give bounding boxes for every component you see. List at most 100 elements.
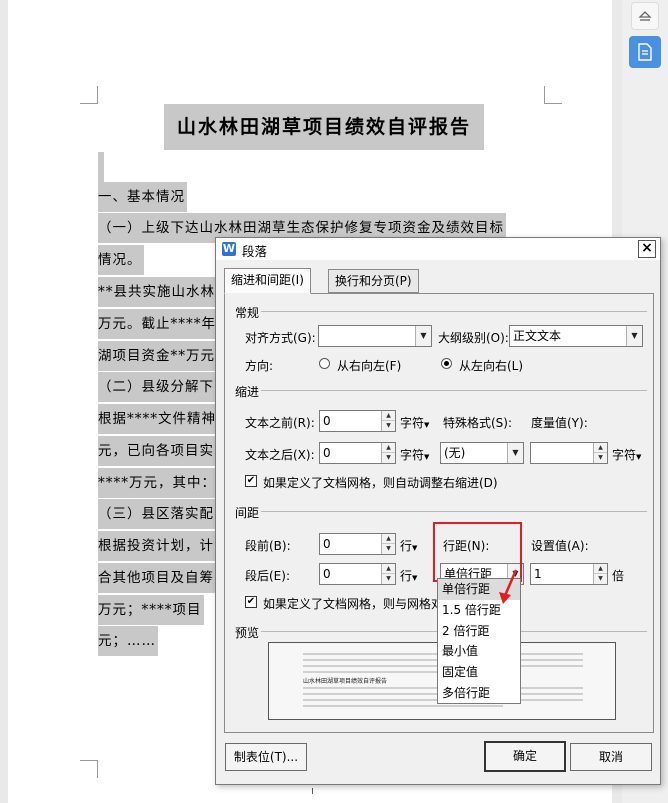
spin-down-icon[interactable]: ▼ (382, 453, 395, 463)
caret-down-icon: ▼ (636, 453, 642, 461)
indent-after-label: 文本之后(X): (245, 448, 315, 462)
collapse-button[interactable] (631, 2, 659, 30)
setting-value-spinner[interactable]: ▲ ▼ (593, 564, 607, 584)
outline-level-label: 大纲级别(O): (438, 331, 509, 345)
measure-spinner[interactable]: ▲ ▼ (593, 443, 607, 463)
space-before-value: 0 (323, 537, 331, 551)
margin-corner-bottom-left (80, 760, 98, 778)
section-indent-label: 缩进 (235, 385, 260, 399)
indent-after-unit[interactable]: 字符▼ (400, 446, 429, 463)
special-format-value: (无) (444, 446, 466, 460)
spin-down-icon[interactable]: ▼ (382, 574, 395, 584)
special-format-select[interactable]: (无) ▼ (440, 442, 524, 464)
measure-label: 度量值(Y): (531, 416, 588, 430)
alignment-select[interactable]: ▼ (318, 325, 432, 347)
space-before-unit[interactable]: 行▼ (400, 537, 417, 554)
setting-value: 1 (534, 567, 542, 581)
space-before-spinner[interactable]: ▲ ▼ (381, 534, 395, 554)
spin-down-icon[interactable]: ▼ (594, 574, 607, 584)
tab-indent-spacing[interactable]: 缩进和间距(I) (224, 268, 311, 294)
ltr-label: 从左向右(L) (459, 359, 524, 373)
doc-line: （二）县级分解下 (98, 372, 216, 402)
dropdown-option-at-least[interactable]: 最小值 (438, 641, 520, 662)
doc-line: 一、基本情况 (98, 182, 187, 212)
auto-indent-label: 如果定义了文档网格，则自动调整右缩进(D) (263, 476, 498, 490)
indent-before-spinner[interactable]: ▲ ▼ (381, 411, 395, 431)
setting-value-input[interactable]: 1 ▲ ▼ (530, 563, 608, 585)
doc-line: 根据投资计划，计 (98, 531, 216, 561)
setting-value-unit: 倍 (612, 569, 625, 583)
tab-line-page-breaks[interactable]: 换行和分页(P) (328, 269, 419, 293)
indent-before-label: 文本之前(R): (245, 416, 315, 430)
ltr-radio[interactable] (441, 358, 452, 369)
indent-after-value: 0 (323, 446, 331, 460)
tab-stops-button[interactable]: 制表位(T)... (225, 743, 307, 771)
selection-gap (98, 152, 104, 182)
spin-down-icon[interactable]: ▼ (382, 421, 395, 431)
spin-up-icon[interactable]: ▲ (382, 443, 395, 453)
doc-line: 根据****文件精神 (98, 404, 218, 434)
doc-line: 情况。 (98, 245, 144, 275)
caret-down-icon: ▼ (412, 574, 418, 582)
document-title: 山水林田湖草项目绩效自评报告 (164, 104, 484, 150)
doc-line: 元；…… (98, 626, 158, 656)
unit-text: 行 (400, 539, 413, 553)
rtl-label: 从右向左(F) (337, 359, 402, 373)
chevron-down-icon: ▼ (626, 326, 642, 346)
eject-icon (638, 11, 652, 21)
spin-up-icon[interactable]: ▲ (382, 564, 395, 574)
divider (261, 311, 647, 312)
spin-up-icon[interactable]: ▲ (594, 443, 607, 453)
doc-line: 万元。截止****年 (98, 309, 218, 339)
chevron-down-icon: ▼ (507, 443, 523, 463)
cancel-button[interactable]: 取消 (570, 743, 652, 771)
doc-line: 元，已向各项目实 (98, 436, 216, 466)
document-edit-icon (638, 43, 652, 61)
doc-line: 合其他项目及自筹 (98, 563, 216, 593)
auto-indent-checkbox[interactable]: ✔ (245, 475, 257, 487)
space-after-spinner[interactable]: ▲ ▼ (381, 564, 395, 584)
space-after-input[interactable]: 0 ▲ ▼ (319, 563, 396, 585)
divider (261, 390, 647, 391)
spin-down-icon[interactable]: ▼ (594, 453, 607, 463)
special-format-label: 特殊格式(S): (443, 416, 513, 430)
document-panel-button[interactable] (629, 36, 661, 68)
unit-text: 字符 (400, 448, 425, 462)
space-after-unit[interactable]: 行▼ (400, 567, 417, 584)
close-button[interactable]: × (638, 240, 656, 258)
doc-line: **县共实施山水林 (98, 277, 217, 307)
spin-up-icon[interactable]: ▲ (594, 564, 607, 574)
outline-level-select[interactable]: 正文文本 ▼ (509, 325, 643, 347)
rtl-radio[interactable] (319, 358, 330, 369)
doc-line: （三）县区落实配 (98, 499, 216, 529)
space-before-label: 段前(B): (245, 539, 291, 553)
indent-before-input[interactable]: 0 ▲ ▼ (319, 410, 396, 432)
wps-logo-icon: W (222, 242, 236, 256)
snap-to-grid-checkbox[interactable]: ✔ (245, 596, 257, 608)
margin-corner-top-left (80, 86, 98, 104)
measure-unit[interactable]: 字符▼ (612, 446, 641, 463)
dropdown-option-double[interactable]: 2 倍行距 (438, 621, 520, 642)
dialog-title: 段落 (242, 244, 268, 259)
measure-input[interactable]: ▲ ▼ (530, 442, 608, 464)
alignment-label: 对齐方式(G): (245, 331, 316, 345)
ruler-mark (312, 788, 313, 794)
indent-after-input[interactable]: 0 ▲ ▼ (319, 442, 396, 464)
caret-down-icon: ▼ (412, 544, 418, 552)
unit-text: 字符 (400, 416, 425, 430)
spin-down-icon[interactable]: ▼ (382, 544, 395, 554)
space-after-label: 段后(E): (245, 569, 290, 583)
dropdown-option-multiple[interactable]: 多倍行距 (438, 683, 520, 704)
indent-before-unit[interactable]: 字符▼ (400, 414, 429, 431)
indent-after-spinner[interactable]: ▲ ▼ (381, 443, 395, 463)
space-before-input[interactable]: 0 ▲ ▼ (319, 533, 396, 555)
spin-up-icon[interactable]: ▲ (382, 411, 395, 421)
dropdown-option-exactly[interactable]: 固定值 (438, 662, 520, 683)
dialog-titlebar[interactable]: W 段落 × (216, 238, 660, 260)
ok-button[interactable]: 确定 (484, 741, 566, 772)
indent-before-value: 0 (323, 414, 331, 428)
section-spacing-label: 间距 (235, 506, 260, 520)
section-general-label: 常规 (235, 306, 260, 320)
spin-up-icon[interactable]: ▲ (382, 534, 395, 544)
unit-text: 行 (400, 569, 413, 583)
